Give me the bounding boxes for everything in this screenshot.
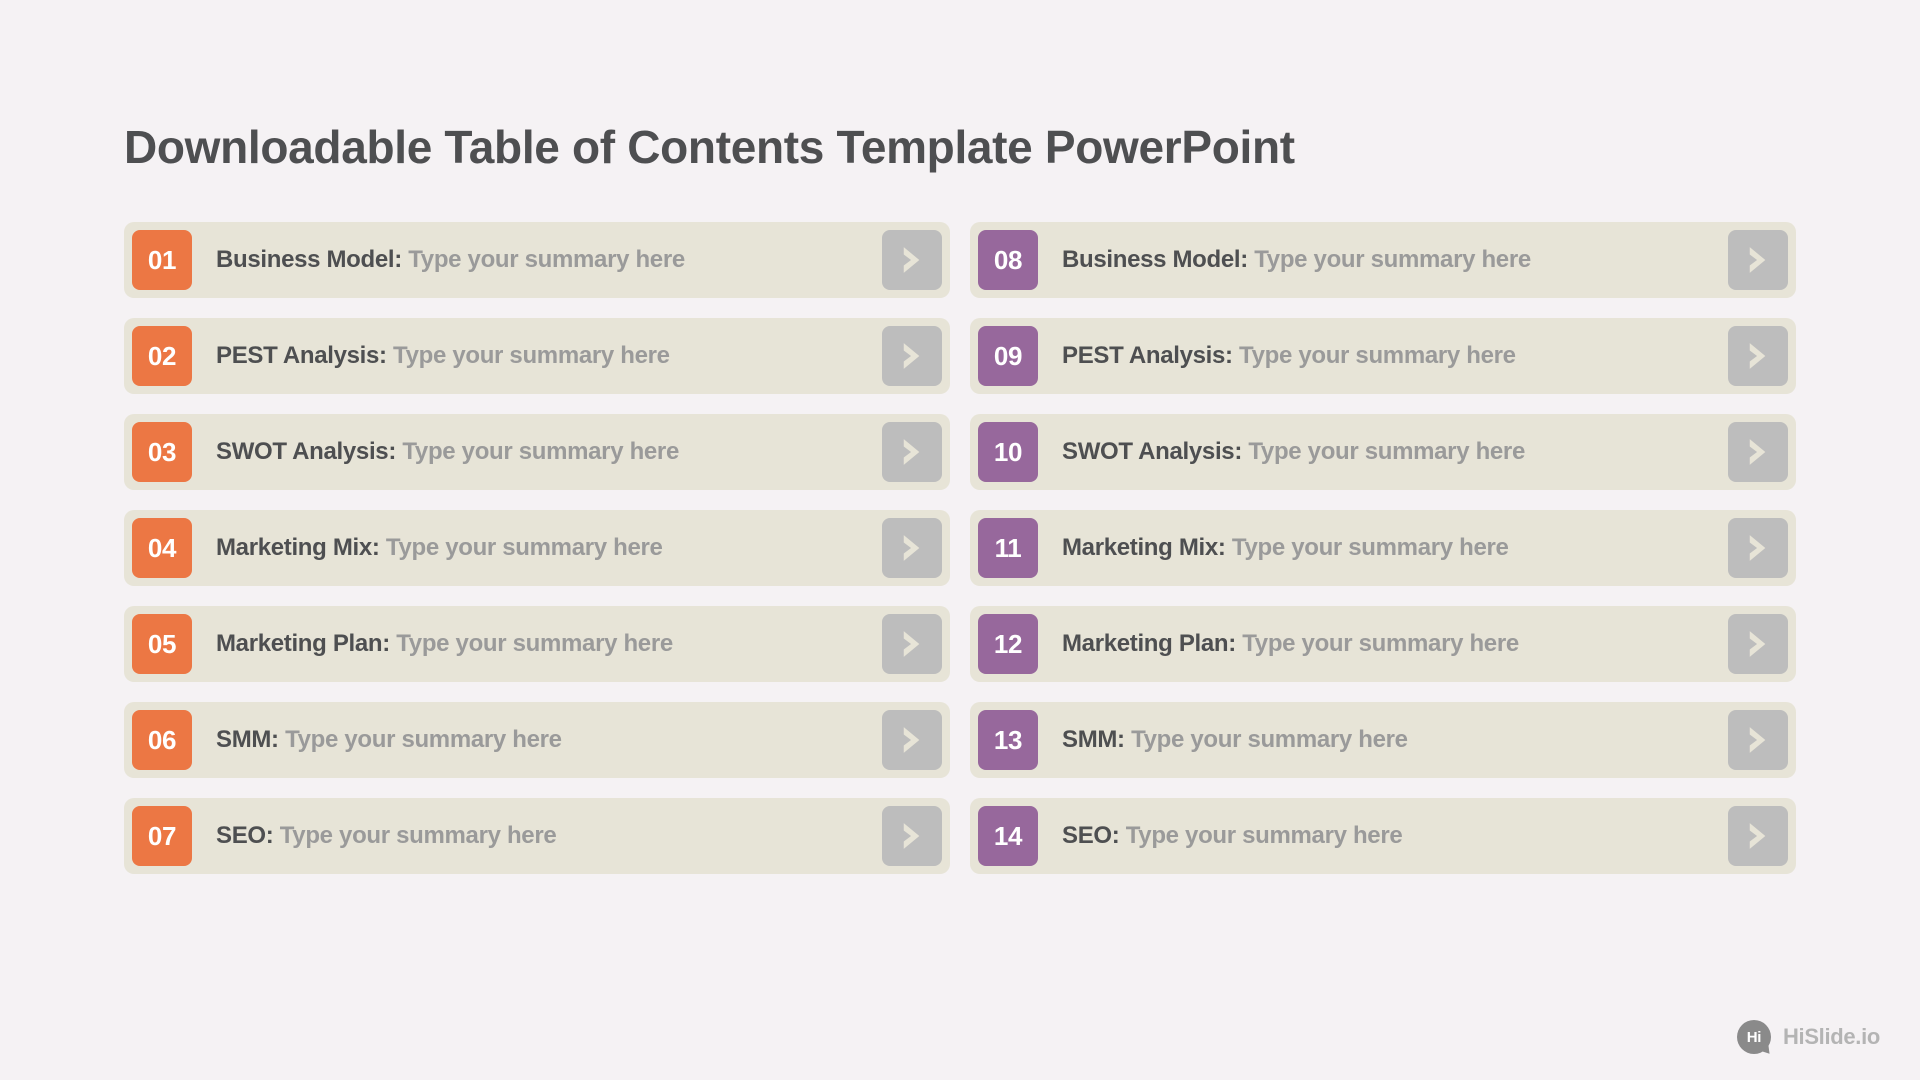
chevron-right-icon[interactable] (1728, 326, 1788, 386)
toc-summary: Type your summary here (1254, 246, 1531, 273)
toc-row[interactable]: 02 PEST Analysis: Type your summary here (124, 318, 950, 394)
toc-summary: Type your summary here (402, 438, 679, 465)
toc-number-badge: 11 (978, 518, 1038, 578)
chevron-right-icon[interactable] (882, 710, 942, 770)
toc-column-left: 01 Business Model: Type your summary her… (124, 222, 950, 874)
toc-summary: Type your summary here (1126, 822, 1403, 849)
toc-text: PEST Analysis: Type your summary here (1038, 342, 1728, 370)
toc-summary: Type your summary here (408, 246, 685, 273)
toc-label: SWOT Analysis: (216, 438, 402, 465)
toc-row[interactable]: 13 SMM: Type your summary here (970, 702, 1796, 778)
toc-label: Marketing Plan: (1062, 630, 1242, 657)
toc-row[interactable]: 04 Marketing Mix: Type your summary here (124, 510, 950, 586)
toc-summary: Type your summary here (285, 726, 562, 753)
toc-columns: 01 Business Model: Type your summary her… (124, 222, 1796, 874)
toc-row[interactable]: 09 PEST Analysis: Type your summary here (970, 318, 1796, 394)
toc-text: SMM: Type your summary here (192, 726, 882, 754)
toc-label: Business Model: (1062, 246, 1254, 273)
toc-number-badge: 09 (978, 326, 1038, 386)
chevron-right-icon[interactable] (1728, 806, 1788, 866)
slide: Downloadable Table of Contents Template … (0, 0, 1920, 1080)
chevron-right-icon[interactable] (1728, 614, 1788, 674)
toc-label: PEST Analysis: (216, 342, 393, 369)
chevron-right-icon[interactable] (882, 614, 942, 674)
toc-summary: Type your summary here (1242, 630, 1519, 657)
toc-column-right: 08 Business Model: Type your summary her… (970, 222, 1796, 874)
toc-row[interactable]: 11 Marketing Mix: Type your summary here (970, 510, 1796, 586)
chevron-right-icon[interactable] (1728, 518, 1788, 578)
chevron-right-icon[interactable] (1728, 230, 1788, 290)
toc-row[interactable]: 03 SWOT Analysis: Type your summary here (124, 414, 950, 490)
chevron-right-icon[interactable] (1728, 710, 1788, 770)
toc-label: Business Model: (216, 246, 408, 273)
toc-label: SMM: (216, 726, 285, 753)
toc-number-badge: 02 (132, 326, 192, 386)
chevron-right-icon[interactable] (882, 326, 942, 386)
toc-summary: Type your summary here (396, 630, 673, 657)
toc-row[interactable]: 05 Marketing Plan: Type your summary her… (124, 606, 950, 682)
toc-number-badge: 07 (132, 806, 192, 866)
toc-number-badge: 13 (978, 710, 1038, 770)
toc-summary: Type your summary here (393, 342, 670, 369)
toc-text: Marketing Plan: Type your summary here (1038, 630, 1728, 658)
toc-summary: Type your summary here (1131, 726, 1408, 753)
toc-text: Marketing Mix: Type your summary here (1038, 534, 1728, 562)
toc-row[interactable]: 07 SEO: Type your summary here (124, 798, 950, 874)
toc-text: SEO: Type your summary here (192, 822, 882, 850)
toc-text: SEO: Type your summary here (1038, 822, 1728, 850)
slide-title: Downloadable Table of Contents Template … (124, 120, 1796, 174)
toc-summary: Type your summary here (1239, 342, 1516, 369)
toc-number-badge: 04 (132, 518, 192, 578)
toc-text: PEST Analysis: Type your summary here (192, 342, 882, 370)
toc-label: Marketing Mix: (216, 534, 386, 561)
toc-label: Marketing Mix: (1062, 534, 1232, 561)
toc-text: Marketing Plan: Type your summary here (192, 630, 882, 658)
toc-number-badge: 05 (132, 614, 192, 674)
toc-number-badge: 06 (132, 710, 192, 770)
toc-summary: Type your summary here (280, 822, 557, 849)
toc-row[interactable]: 12 Marketing Plan: Type your summary her… (970, 606, 1796, 682)
chevron-right-icon[interactable] (1728, 422, 1788, 482)
chevron-right-icon[interactable] (882, 518, 942, 578)
brand-name: HiSlide.io (1783, 1024, 1880, 1050)
toc-row[interactable]: 10 SWOT Analysis: Type your summary here (970, 414, 1796, 490)
toc-text: Business Model: Type your summary here (1038, 246, 1728, 274)
toc-summary: Type your summary here (1232, 534, 1509, 561)
toc-label: SEO: (1062, 822, 1126, 849)
toc-text: Marketing Mix: Type your summary here (192, 534, 882, 562)
toc-row[interactable]: 01 Business Model: Type your summary her… (124, 222, 950, 298)
toc-summary: Type your summary here (1248, 438, 1525, 465)
toc-row[interactable]: 14 SEO: Type your summary here (970, 798, 1796, 874)
toc-label: SMM: (1062, 726, 1131, 753)
toc-label: SEO: (216, 822, 280, 849)
toc-number-badge: 08 (978, 230, 1038, 290)
toc-summary: Type your summary here (386, 534, 663, 561)
toc-label: Marketing Plan: (216, 630, 396, 657)
toc-text: SWOT Analysis: Type your summary here (1038, 438, 1728, 466)
toc-label: SWOT Analysis: (1062, 438, 1248, 465)
toc-number-badge: 03 (132, 422, 192, 482)
toc-number-badge: 10 (978, 422, 1038, 482)
toc-row[interactable]: 06 SMM: Type your summary here (124, 702, 950, 778)
toc-row[interactable]: 08 Business Model: Type your summary her… (970, 222, 1796, 298)
toc-number-badge: 12 (978, 614, 1038, 674)
toc-text: SMM: Type your summary here (1038, 726, 1728, 754)
chevron-right-icon[interactable] (882, 230, 942, 290)
footer-brand: Hi HiSlide.io (1737, 1020, 1880, 1054)
toc-number-badge: 01 (132, 230, 192, 290)
toc-number-badge: 14 (978, 806, 1038, 866)
toc-text: SWOT Analysis: Type your summary here (192, 438, 882, 466)
chevron-right-icon[interactable] (882, 422, 942, 482)
chevron-right-icon[interactable] (882, 806, 942, 866)
toc-text: Business Model: Type your summary here (192, 246, 882, 274)
brand-bubble-icon: Hi (1737, 1020, 1771, 1054)
toc-label: PEST Analysis: (1062, 342, 1239, 369)
